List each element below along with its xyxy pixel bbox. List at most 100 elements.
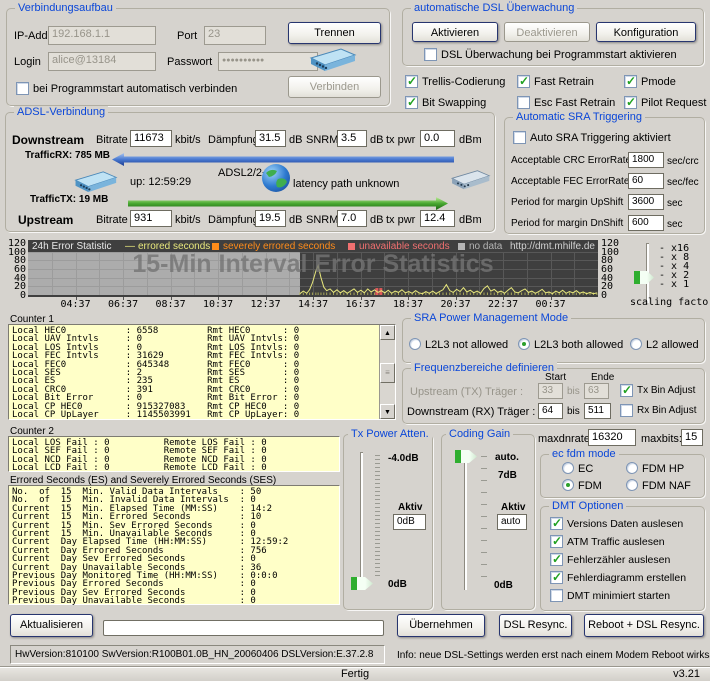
- sra-upshift-unit: sec: [667, 198, 683, 209]
- disconnect-button[interactable]: Trennen: [288, 22, 381, 44]
- down-snrm-input[interactable]: 3.5: [337, 130, 367, 147]
- scaling-slider-handle[interactable]: [634, 271, 654, 284]
- traffic-rx-label: TrafficRX: 785 MB: [25, 150, 110, 161]
- trellis-checkbox[interactable]: [405, 75, 418, 88]
- bit-swapping-checkbox[interactable]: [405, 96, 418, 109]
- progress-bar: [103, 620, 384, 636]
- monitoring-group-title: automatische DSL Überwachung: [411, 2, 577, 14]
- fehlerdiagramm-label: Fehlerdiagramm erstellen: [567, 572, 686, 584]
- down-txpwr-input[interactable]: 0.0: [420, 130, 455, 147]
- down-snrm-label: SNRM: [306, 134, 338, 146]
- freq-up-end-input[interactable]: 63: [584, 383, 609, 399]
- tx-atten-group-title: Tx Power Atten.: [348, 428, 432, 440]
- freq-down-end-input[interactable]: 511: [584, 403, 611, 419]
- ec-label: EC: [578, 463, 593, 475]
- deactivate-button[interactable]: Deaktivieren: [504, 22, 590, 42]
- x-tick-label: 06:37: [108, 299, 138, 310]
- fdm-naf-label: FDM NAF: [642, 480, 691, 492]
- autoconnect-label: bei Programmstart automatisch verbinden: [33, 83, 237, 95]
- freq-down-bis-label: bis: [567, 406, 580, 417]
- x-tick-label: 08:37: [156, 299, 186, 310]
- fdm-hp-radio[interactable]: [626, 462, 638, 474]
- dsl-resync-button[interactable]: DSL Resync.: [499, 614, 572, 637]
- adsl-group-title: ADSL-Verbindung: [14, 106, 108, 118]
- uptime-label: up: 12:59:29: [130, 176, 191, 188]
- x-tick-label: 22:37: [488, 299, 518, 310]
- up-bitrate-input[interactable]: 931: [130, 210, 172, 227]
- scroll-down-icon[interactable]: ▼: [380, 404, 395, 419]
- ec-radio[interactable]: [562, 462, 574, 474]
- y-tick-label: 120: [601, 238, 619, 249]
- monitoring-autostart-checkbox[interactable]: [424, 48, 437, 61]
- up-snrm-input[interactable]: 7.0: [337, 210, 367, 227]
- rx-bin-adjust-checkbox[interactable]: [620, 404, 633, 417]
- sra-crc-input[interactable]: 1800: [628, 152, 664, 168]
- x-tick-label: 16:37: [346, 299, 376, 310]
- tx-atten-slider-ticks: [375, 455, 380, 579]
- fehlerdiagramm-checkbox[interactable]: [550, 571, 563, 584]
- coding-gain-aktiv-input[interactable]: auto: [497, 514, 527, 530]
- l2l3-not-allowed-radio[interactable]: [409, 338, 421, 350]
- configuration-button[interactable]: Konfiguration: [596, 22, 696, 42]
- down-txpwr-label: tx pwr: [386, 134, 415, 146]
- legend-errored-marker: —: [125, 241, 135, 252]
- freq-down-start-input[interactable]: 64: [538, 403, 563, 419]
- legend-severely-label: severely errored seconds: [223, 241, 335, 252]
- pmode-checkbox[interactable]: [624, 75, 637, 88]
- maxdnrate-input[interactable]: 16320: [588, 429, 636, 446]
- tx-bin-adjust-checkbox[interactable]: [620, 384, 633, 397]
- freq-end-header: Ende: [591, 372, 614, 383]
- counter2-text: Local LOS Fail : 0 Remote LOS Fail : 0 L…: [9, 437, 339, 473]
- counter1-scrollbar[interactable]: ▲ ≡ ▼: [379, 325, 395, 419]
- connection-group-title: Verbindungsaufbau: [15, 2, 116, 14]
- coding-gain-top-label: auto.: [495, 452, 519, 463]
- tx-atten-bottom-label: 0dB: [388, 579, 407, 590]
- pilot-request-checkbox[interactable]: [624, 96, 637, 109]
- l2-allowed-radio[interactable]: [630, 338, 642, 350]
- down-bitrate-input[interactable]: 11673: [130, 130, 172, 147]
- up-txpwr-label: tx pwr: [386, 214, 415, 226]
- fdm-naf-radio[interactable]: [626, 479, 638, 491]
- sra-upshift-input[interactable]: 3600: [628, 194, 664, 210]
- coding-gain-slider-track[interactable]: [464, 452, 467, 590]
- connect-button[interactable]: Verbinden: [288, 76, 381, 98]
- fdm-radio[interactable]: [562, 479, 574, 491]
- up-txpwr-input[interactable]: 12.4: [420, 210, 455, 227]
- tx-atten-slider-track[interactable]: [360, 452, 363, 590]
- sra-dnshift-input[interactable]: 600: [628, 215, 664, 231]
- esc-fast-retrain-checkbox[interactable]: [517, 96, 530, 109]
- maxbits-input[interactable]: 15: [681, 429, 703, 446]
- fast-retrain-checkbox[interactable]: [517, 75, 530, 88]
- apply-button[interactable]: Übernehmen: [397, 614, 485, 637]
- freq-up-bis-label: bis: [567, 386, 580, 397]
- down-daempfung-input[interactable]: 31.5: [255, 130, 286, 147]
- fehlerzaehler-checkbox[interactable]: [550, 553, 563, 566]
- tx-bin-adjust-label: Tx Bin Adjust: [637, 385, 695, 396]
- versions-daten-checkbox[interactable]: [550, 517, 563, 530]
- refresh-button[interactable]: Aktualisieren: [10, 614, 93, 637]
- sra-fec-input[interactable]: 60: [628, 173, 664, 189]
- up-daempfung-input[interactable]: 19.5: [255, 210, 286, 227]
- password-input[interactable]: ●●●●●●●●●●: [218, 52, 318, 71]
- l2l3-both-allowed-radio[interactable]: [518, 338, 530, 350]
- activate-button[interactable]: Aktivieren: [412, 22, 498, 42]
- atm-traffic-label: ATM Traffic auslesen: [567, 536, 665, 548]
- ip-input[interactable]: 192.168.1.1: [48, 26, 156, 45]
- dmt-tool-window: { "connection": { "title": "Verbindungsa…: [0, 0, 710, 681]
- tx-atten-aktiv-input[interactable]: 0dB: [393, 514, 426, 530]
- legend-nodata-marker: [458, 243, 465, 250]
- scrollbar-thumb[interactable]: ≡: [380, 363, 395, 383]
- port-input[interactable]: 23: [204, 26, 266, 45]
- sra-trigger-checkbox[interactable]: [513, 131, 526, 144]
- autoconnect-checkbox[interactable]: [16, 82, 29, 95]
- scroll-up-icon[interactable]: ▲: [380, 325, 395, 340]
- fast-retrain-label: Fast Retrain: [534, 76, 594, 88]
- x-tick-label: 10:37: [203, 299, 233, 310]
- dmt-minimiert-checkbox[interactable]: [550, 589, 563, 602]
- freq-up-start-input[interactable]: 33: [538, 383, 563, 399]
- login-input[interactable]: alice@13184: [48, 52, 156, 71]
- port-label: Port: [177, 30, 197, 42]
- atm-traffic-checkbox[interactable]: [550, 535, 563, 548]
- reboot-resync-button[interactable]: Reboot + DSL Resync.: [584, 614, 704, 637]
- up-db-unit1: dB: [289, 214, 302, 226]
